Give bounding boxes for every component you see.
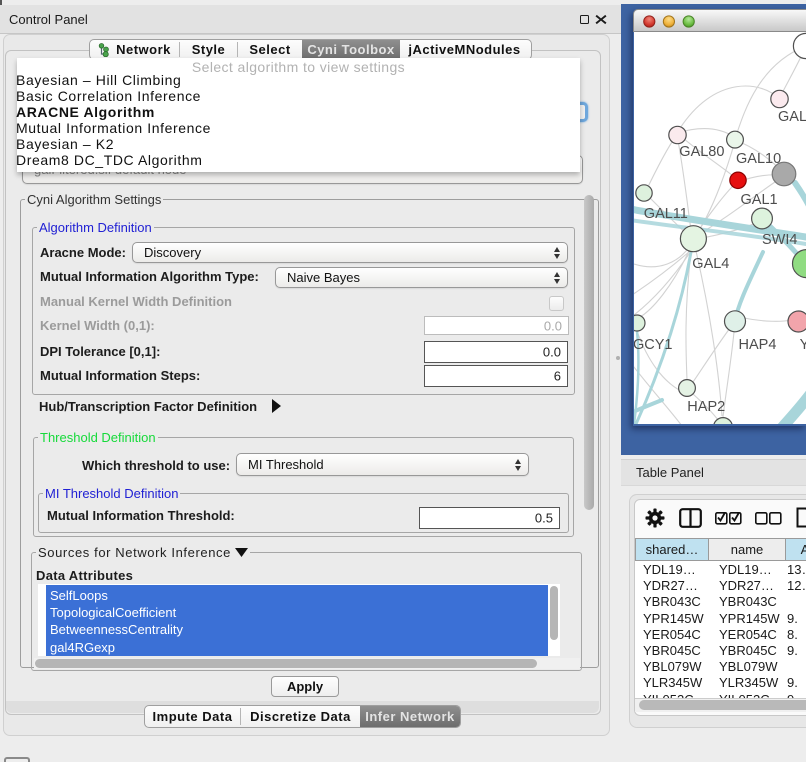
svg-text:GAL4: GAL4 — [692, 256, 729, 272]
svg-text:GAL80: GAL80 — [679, 144, 724, 160]
svg-text:GAL1: GAL1 — [741, 192, 778, 208]
svg-text:SWI4: SWI4 — [762, 232, 797, 248]
svg-text:GAL: GAL — [778, 109, 806, 125]
svg-text:GAL11: GAL11 — [644, 206, 688, 222]
svg-text:HAP4: HAP4 — [739, 337, 777, 353]
svg-text:GCY1: GCY1 — [634, 337, 673, 353]
svg-text:Y: Y — [800, 337, 806, 353]
svg-text:HAP2: HAP2 — [687, 399, 725, 415]
svg-text:GAL10: GAL10 — [736, 151, 781, 167]
